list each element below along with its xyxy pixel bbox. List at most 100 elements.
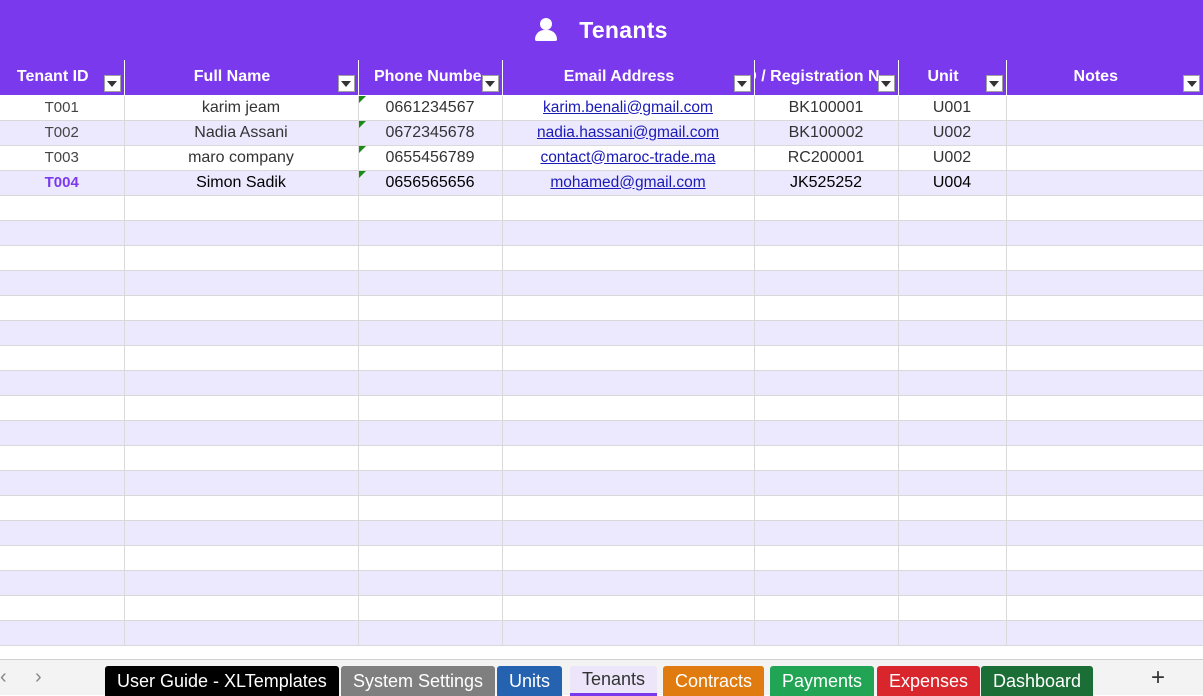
empty-cell[interactable] <box>0 245 125 271</box>
column-header-registration[interactable]: D / Registration N <box>753 60 898 96</box>
filter-dropdown-icon[interactable] <box>1183 74 1200 92</box>
empty-cell[interactable] <box>898 595 1007 621</box>
empty-cell[interactable] <box>502 270 755 296</box>
empty-cell[interactable] <box>124 620 359 646</box>
empty-cell[interactable] <box>124 420 359 446</box>
filter-dropdown-icon[interactable] <box>337 74 355 92</box>
column-header-notes[interactable]: Notes <box>1005 60 1203 96</box>
empty-cell[interactable] <box>502 520 755 546</box>
filter-dropdown-icon[interactable] <box>733 74 751 92</box>
empty-cell[interactable] <box>898 345 1007 371</box>
empty-cell[interactable] <box>0 370 125 396</box>
empty-cell[interactable] <box>358 370 503 396</box>
empty-cell[interactable] <box>754 520 899 546</box>
empty-cell[interactable] <box>124 595 359 621</box>
empty-cell[interactable] <box>0 595 125 621</box>
empty-cell[interactable] <box>754 320 899 346</box>
empty-cell[interactable] <box>358 470 503 496</box>
chevron-right-icon[interactable]: › <box>35 666 42 689</box>
empty-cell[interactable] <box>0 220 125 246</box>
unit-cell[interactable]: U001 <box>898 95 1007 121</box>
email-cell[interactable]: contact@maroc-trade.ma <box>502 145 755 171</box>
full-name-cell[interactable]: karim jeam <box>124 95 359 121</box>
tenant-id-cell[interactable]: T003 <box>0 145 125 171</box>
empty-cell[interactable] <box>754 495 899 521</box>
empty-cell[interactable] <box>0 470 125 496</box>
empty-cell[interactable] <box>754 220 899 246</box>
empty-cell[interactable] <box>1006 570 1203 596</box>
empty-cell[interactable] <box>502 320 755 346</box>
full-name-cell[interactable]: Nadia Assani <box>124 120 359 146</box>
tenant-id-cell[interactable]: T002 <box>0 120 125 146</box>
empty-cell[interactable] <box>0 345 125 371</box>
empty-cell[interactable] <box>1006 620 1203 646</box>
filter-dropdown-icon[interactable] <box>877 74 895 92</box>
empty-cell[interactable] <box>898 295 1007 321</box>
registration-cell[interactable]: BK100001 <box>754 95 899 121</box>
empty-cell[interactable] <box>0 495 125 521</box>
empty-cell[interactable] <box>124 395 359 421</box>
column-header-tenant-id[interactable]: Tenant ID <box>0 60 124 96</box>
empty-cell[interactable] <box>502 195 755 221</box>
empty-cell[interactable] <box>1006 295 1203 321</box>
notes-cell[interactable] <box>1006 120 1203 146</box>
phone-cell[interactable]: 0661234567 <box>358 95 503 121</box>
empty-cell[interactable] <box>898 495 1007 521</box>
empty-cell[interactable] <box>124 220 359 246</box>
empty-cell[interactable] <box>1006 395 1203 421</box>
empty-cell[interactable] <box>0 195 125 221</box>
empty-cell[interactable] <box>754 345 899 371</box>
tab-payments[interactable]: Payments <box>770 666 875 696</box>
empty-cell[interactable] <box>502 395 755 421</box>
empty-cell[interactable] <box>0 320 125 346</box>
empty-cell[interactable] <box>358 445 503 471</box>
empty-cell[interactable] <box>1006 495 1203 521</box>
empty-cell[interactable] <box>898 545 1007 571</box>
full-name-cell[interactable]: Simon Sadik <box>124 170 359 196</box>
email-link[interactable]: nadia.hassani@gmail.com <box>537 124 719 141</box>
column-header-unit[interactable]: Unit <box>897 60 1006 96</box>
empty-cell[interactable] <box>754 545 899 571</box>
empty-cell[interactable] <box>754 595 899 621</box>
tab-units[interactable]: Units <box>497 666 563 696</box>
empty-cell[interactable] <box>754 420 899 446</box>
filter-dropdown-icon[interactable] <box>985 74 1003 92</box>
empty-cell[interactable] <box>1006 345 1203 371</box>
unit-cell[interactable]: U002 <box>898 145 1007 171</box>
phone-cell[interactable]: 0655456789 <box>358 145 503 171</box>
empty-cell[interactable] <box>502 245 755 271</box>
empty-cell[interactable] <box>0 295 125 321</box>
phone-cell[interactable]: 0656565656 <box>358 170 503 196</box>
empty-cell[interactable] <box>1006 445 1203 471</box>
empty-cell[interactable] <box>124 445 359 471</box>
empty-cell[interactable] <box>358 520 503 546</box>
empty-cell[interactable] <box>0 620 125 646</box>
empty-cell[interactable] <box>502 345 755 371</box>
email-cell[interactable]: karim.benali@gmail.com <box>502 95 755 121</box>
empty-cell[interactable] <box>358 395 503 421</box>
empty-cell[interactable] <box>898 620 1007 646</box>
empty-cell[interactable] <box>1006 245 1203 271</box>
empty-cell[interactable] <box>358 220 503 246</box>
add-sheet-button[interactable]: + <box>1151 664 1165 692</box>
empty-cell[interactable] <box>358 195 503 221</box>
empty-cell[interactable] <box>358 620 503 646</box>
empty-cell[interactable] <box>358 495 503 521</box>
unit-cell[interactable]: U002 <box>898 120 1007 146</box>
tenant-id-cell[interactable]: T004 <box>0 170 125 196</box>
empty-cell[interactable] <box>124 370 359 396</box>
notes-cell[interactable] <box>1006 170 1203 196</box>
tab-system-settings[interactable]: System Settings <box>341 666 496 696</box>
empty-cell[interactable] <box>754 620 899 646</box>
empty-cell[interactable] <box>502 295 755 321</box>
registration-cell[interactable]: RC200001 <box>754 145 899 171</box>
empty-cell[interactable] <box>898 470 1007 496</box>
empty-cell[interactable] <box>358 270 503 296</box>
empty-cell[interactable] <box>124 570 359 596</box>
email-link[interactable]: mohamed@gmail.com <box>550 174 705 191</box>
empty-cell[interactable] <box>124 470 359 496</box>
empty-cell[interactable] <box>502 420 755 446</box>
empty-cell[interactable] <box>502 370 755 396</box>
empty-cell[interactable] <box>1006 320 1203 346</box>
empty-cell[interactable] <box>124 270 359 296</box>
